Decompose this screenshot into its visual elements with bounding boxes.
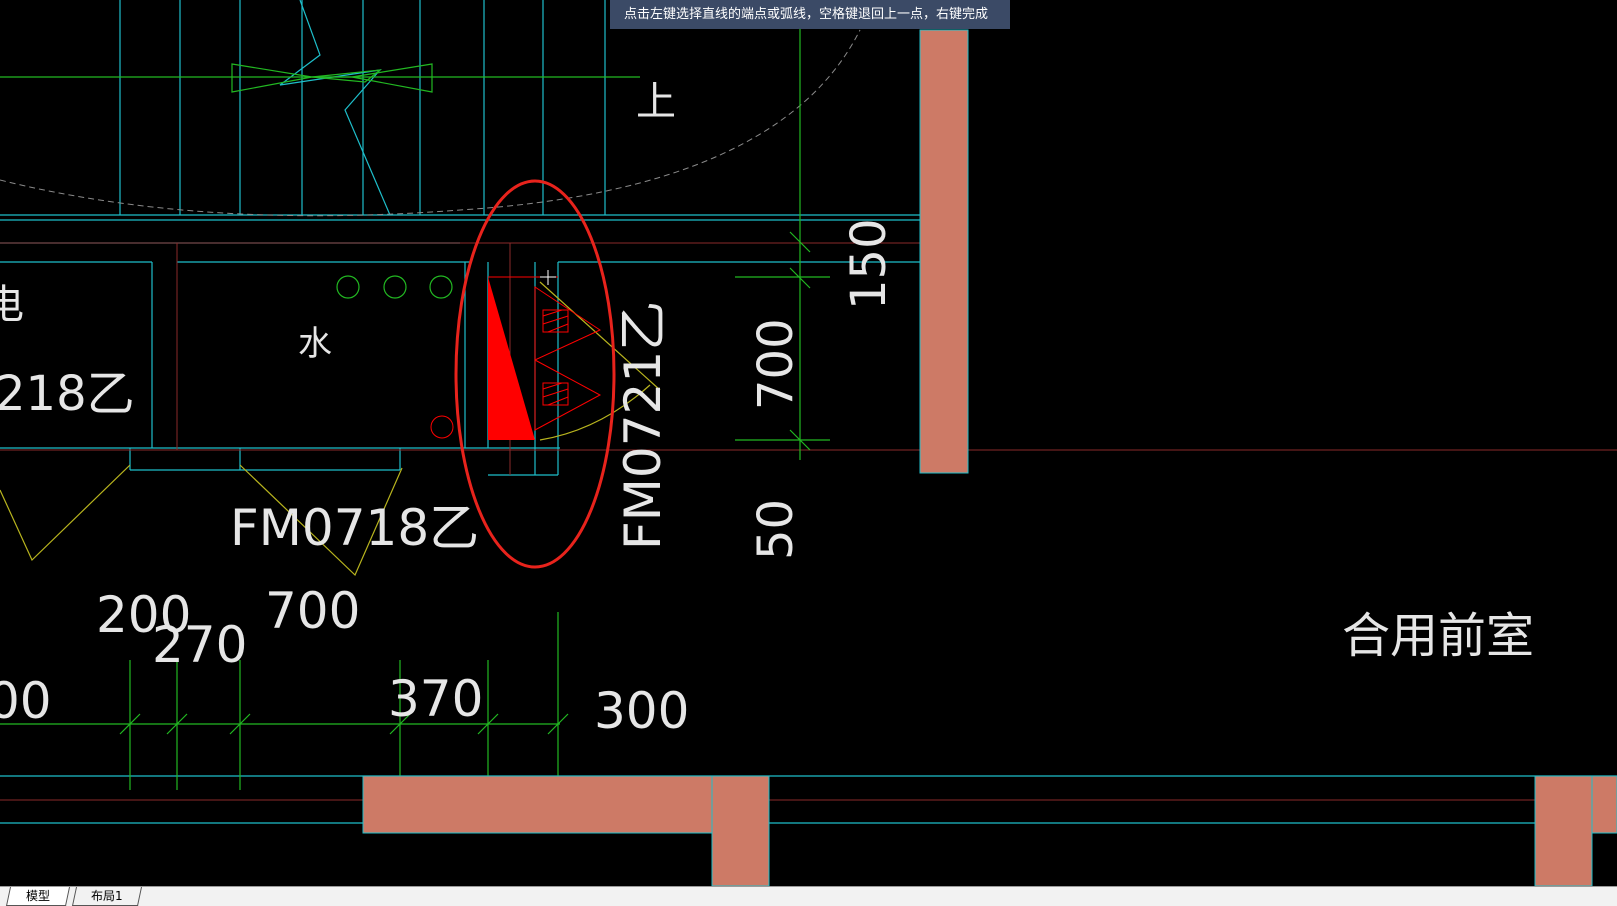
door-swing-arc-upper (0, 29, 861, 217)
tab-layout1[interactable]: 布局1 (71, 887, 143, 906)
tab-model[interactable]: 模型 (5, 887, 71, 906)
shaft-lines (0, 0, 1617, 824)
label-door-fm0721: FM0721乙 (614, 301, 672, 550)
label-partial-electric: 电 (0, 282, 24, 328)
dim-50: 50 (748, 499, 804, 560)
axis-lines (0, 30, 1617, 801)
tab-layout1-label: 布局1 (91, 889, 123, 903)
walls (362, 29, 1617, 887)
dim-partial: 00 (0, 672, 52, 730)
dim-150: 150 (841, 218, 897, 310)
valve-symbol (0, 63, 640, 93)
label-shared-anteroom: 合用前室 (1342, 608, 1534, 664)
command-prompt-tooltip: 点击左键选择直线的端点或弧线，空格键退回上一点，右键完成 (610, 0, 1010, 29)
dim-270: 270 (152, 616, 247, 674)
dim-700: 700 (265, 582, 360, 640)
dim-700-vertical: 700 (748, 318, 804, 410)
dim-300: 300 (594, 682, 689, 740)
label-stair-up: 上 (636, 79, 676, 125)
dim-370: 370 (388, 670, 483, 728)
label-door-fm0718: FM0718乙 (230, 499, 479, 557)
cad-drawing-canvas[interactable]: 电 218乙 水 上 FM0718乙 FM0721乙 150 700 50 00… (0, 0, 1617, 887)
crosshair-cursor (540, 270, 556, 285)
label-water-room: 水 (298, 324, 332, 364)
layout-tab-bar: 模型 布局1 (0, 886, 1617, 906)
tab-model-label: 模型 (25, 889, 50, 903)
label-door-218: 218乙 (0, 366, 135, 422)
